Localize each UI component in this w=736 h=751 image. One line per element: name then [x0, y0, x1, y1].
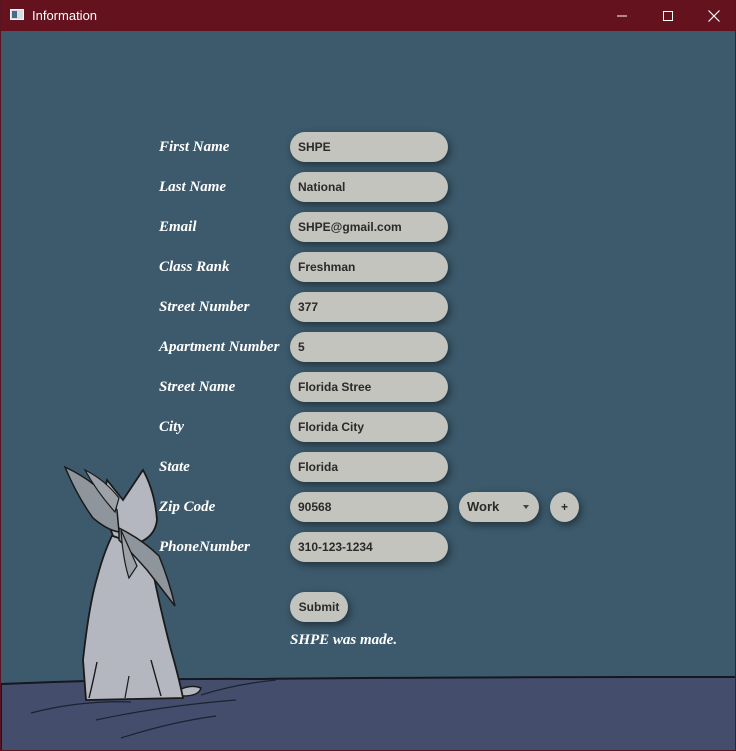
add-phone-button[interactable]: +: [550, 492, 579, 522]
street-name-label: Street Name: [159, 379, 236, 395]
minimize-icon: [617, 15, 627, 16]
phone-number-input[interactable]: 310-123-1234: [290, 532, 448, 562]
last-name-label: Last Name: [159, 179, 227, 195]
phone-number-label: PhoneNumber: [159, 539, 250, 555]
city-input[interactable]: Florida City: [290, 412, 448, 442]
email-label: Email: [159, 219, 197, 235]
window-title: Information: [32, 8, 98, 23]
maximize-button[interactable]: [645, 0, 691, 31]
first-name-label: First Name: [159, 139, 230, 155]
class-rank-input[interactable]: Freshman: [290, 252, 448, 282]
street-name-input[interactable]: Florida Stree: [290, 372, 448, 402]
apartment-number-input[interactable]: 5: [290, 332, 448, 362]
title-bar: Information: [1, 0, 735, 31]
last-name-input[interactable]: National: [290, 172, 448, 202]
status-message: SHPE was made.: [290, 632, 398, 648]
maximize-icon: [663, 10, 673, 21]
street-number-label: Street Number: [159, 299, 250, 315]
dropdown-arrow-icon: [523, 505, 529, 509]
submit-button[interactable]: Submit: [290, 592, 348, 622]
street-number-input[interactable]: 377: [290, 292, 448, 322]
close-button[interactable]: [691, 0, 735, 31]
class-rank-label: Class Rank: [159, 259, 230, 275]
first-name-input[interactable]: SHPE: [290, 132, 448, 162]
information-window: Information First Name Last Name Email C…: [0, 0, 736, 751]
email-input[interactable]: SHPE@gmail.com: [290, 212, 448, 242]
close-icon: [708, 9, 720, 22]
state-label: State: [159, 459, 190, 475]
apartment-number-label: Apartment Number: [159, 339, 280, 355]
zip-code-label: Zip Code: [159, 499, 216, 515]
app-icon: [10, 9, 24, 20]
phone-type-value: Work: [467, 499, 500, 514]
city-label: City: [159, 419, 184, 435]
state-input[interactable]: Florida: [290, 452, 448, 482]
zip-code-input[interactable]: 90568: [290, 492, 448, 522]
phone-type-select[interactable]: Work: [459, 492, 539, 522]
minimize-button[interactable]: [599, 0, 645, 31]
